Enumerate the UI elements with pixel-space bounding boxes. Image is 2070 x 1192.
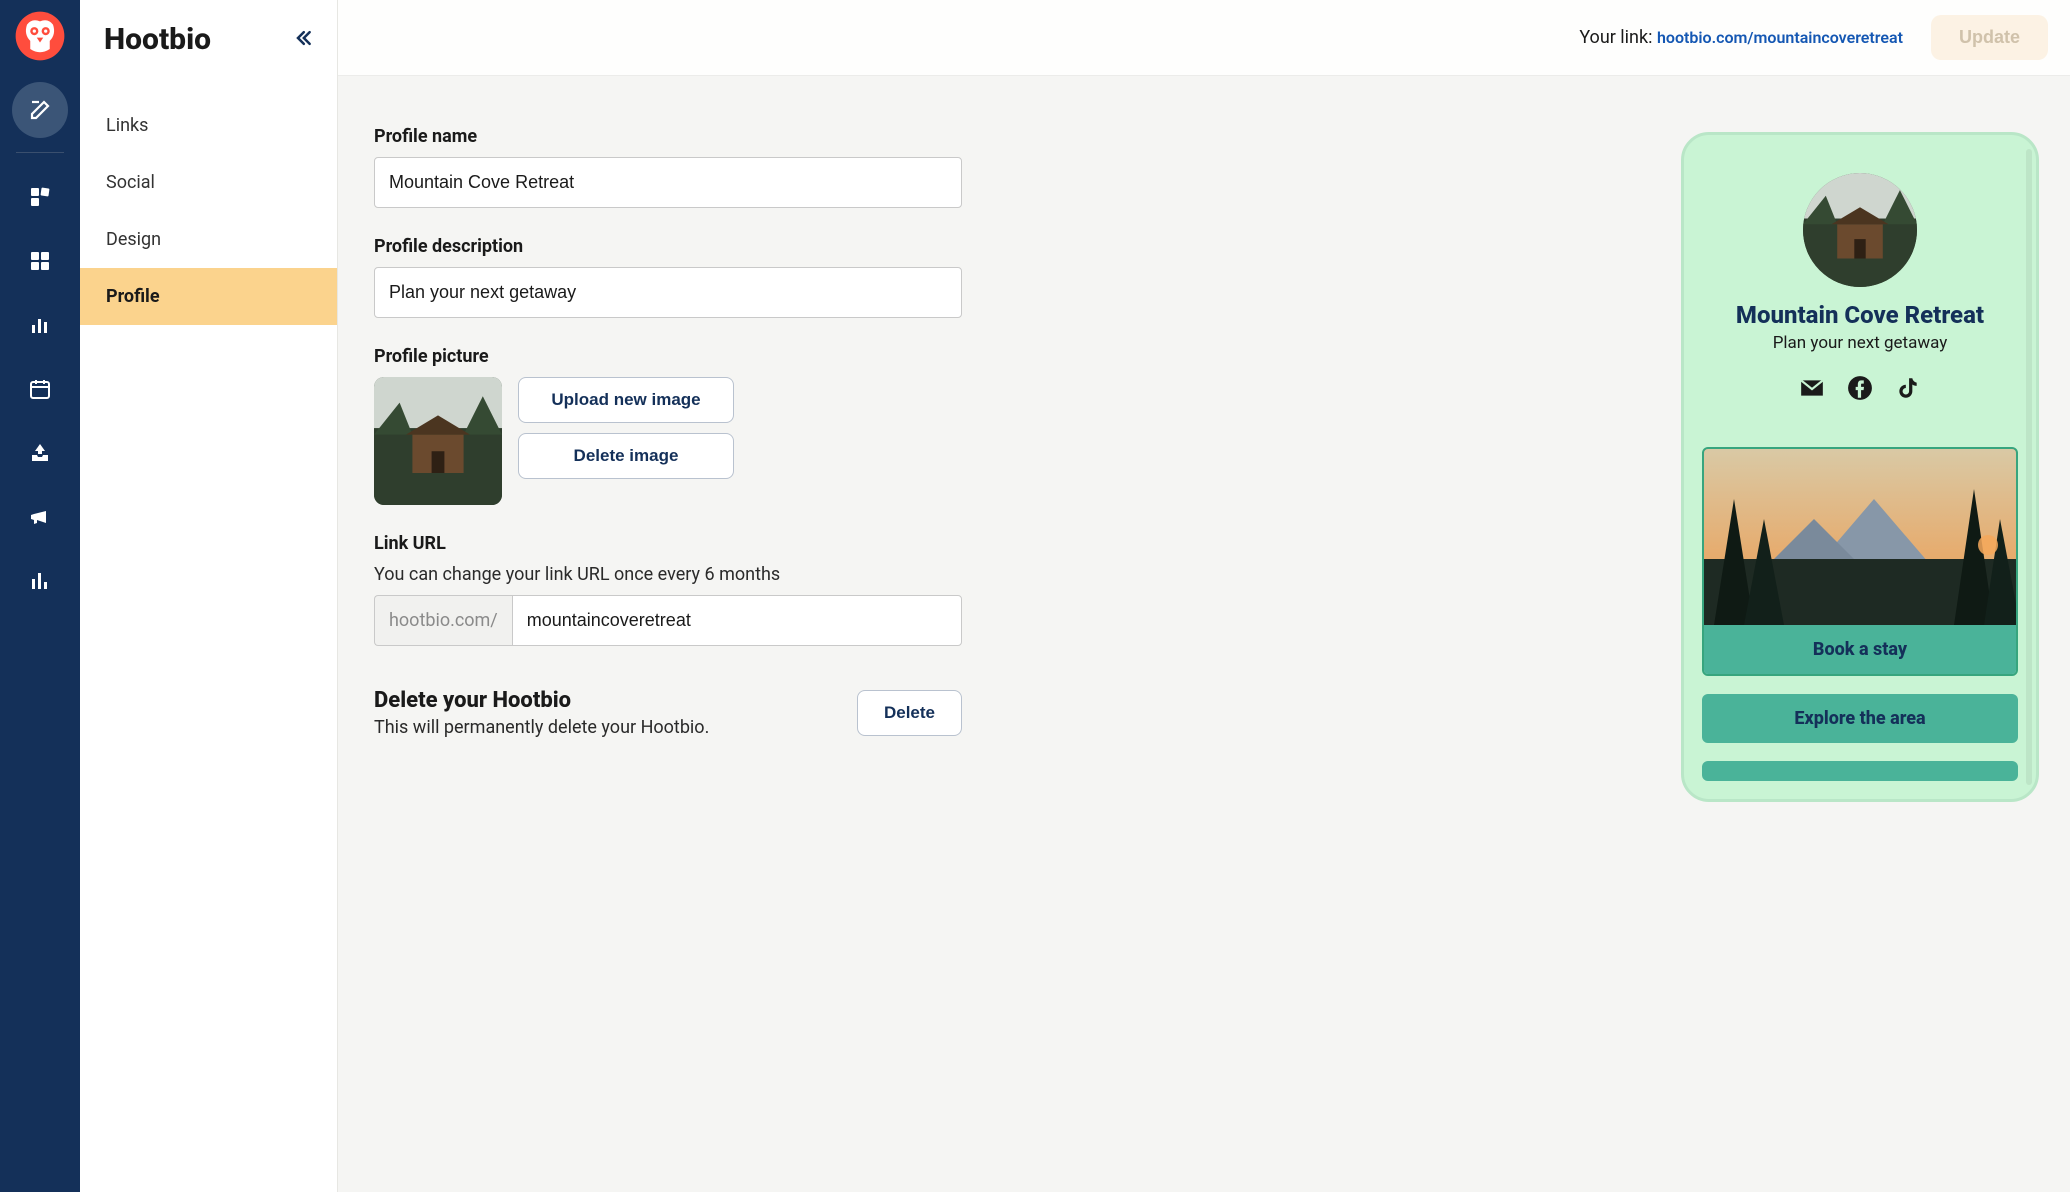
your-link-label: Your link: <box>1579 27 1657 48</box>
preview-profile-description: Plan your next getaway <box>1773 333 1948 353</box>
link-url-subtext: You can change your link URL once every … <box>374 564 1614 585</box>
delete-hootbio-subtext: This will permanently delete your Hootbi… <box>374 717 709 738</box>
main: Your link: hootbio.com/mountaincoveretre… <box>338 0 2070 1192</box>
preview-link-partial[interactable] <box>1702 761 2018 781</box>
topbar: Your link: hootbio.com/mountaincoveretre… <box>338 0 2070 76</box>
profile-name-label: Profile name <box>374 126 1614 147</box>
profile-picture-label: Profile picture <box>374 346 1614 367</box>
collapse-sidebar-icon[interactable] <box>293 28 313 52</box>
rail-compose-icon[interactable] <box>12 82 68 138</box>
upload-image-button[interactable]: Upload new image <box>518 377 734 423</box>
preview-pane: Mountain Cove Retreat Plan your next get… <box>1650 76 2070 1192</box>
rail-analytics-icon[interactable] <box>12 297 68 353</box>
preview-link-explore[interactable]: Explore the area <box>1702 694 2018 743</box>
tiktok-icon[interactable] <box>1895 375 1921 405</box>
delete-hootbio-title: Delete your Hootbio <box>374 688 709 713</box>
your-link-text: Your link: hootbio.com/mountaincoveretre… <box>1579 27 1903 48</box>
rail-divider <box>16 152 64 153</box>
sidebar-item-links[interactable]: Links <box>80 97 337 154</box>
preview-avatar <box>1803 173 1917 287</box>
icon-rail <box>0 0 80 1192</box>
phone-preview: Mountain Cove Retreat Plan your next get… <box>1681 132 2039 802</box>
facebook-icon[interactable] <box>1847 375 1873 405</box>
rail-inbox-icon[interactable] <box>12 425 68 481</box>
hootsuite-logo[interactable] <box>12 8 68 64</box>
delete-hootbio-button[interactable]: Delete <box>857 690 962 736</box>
sidebar: Hootbio Links Social Design Profile <box>80 0 338 1192</box>
link-url-label: Link URL <box>374 533 1614 554</box>
rail-insights-icon[interactable] <box>12 553 68 609</box>
your-link-url[interactable]: hootbio.com/mountaincoveretreat <box>1657 28 1903 47</box>
update-button[interactable]: Update <box>1931 15 2048 60</box>
rail-dashboard-icon[interactable] <box>12 233 68 289</box>
preview-card-image <box>1704 449 2016 625</box>
profile-name-input[interactable] <box>374 157 962 208</box>
app-title: Hootbio <box>104 22 211 57</box>
sidebar-item-social[interactable]: Social <box>80 154 337 211</box>
profile-description-input[interactable] <box>374 267 962 318</box>
rail-calendar-icon[interactable] <box>12 361 68 417</box>
rail-megaphone-icon[interactable] <box>12 489 68 545</box>
form-area: Profile name Profile description Profile… <box>338 76 1650 1192</box>
sidebar-item-design[interactable]: Design <box>80 211 337 268</box>
rail-streams-icon[interactable] <box>12 169 68 225</box>
preview-card-book[interactable]: Book a stay <box>1702 447 2018 676</box>
profile-description-label: Profile description <box>374 236 1614 257</box>
email-icon[interactable] <box>1799 375 1825 405</box>
profile-picture-thumbnail[interactable] <box>374 377 502 505</box>
sidebar-item-profile[interactable]: Profile <box>80 268 337 325</box>
preview-card-label: Book a stay <box>1704 625 2016 674</box>
preview-profile-name: Mountain Cove Retreat <box>1736 301 1984 329</box>
link-url-prefix: hootbio.com/ <box>374 595 512 646</box>
delete-image-button[interactable]: Delete image <box>518 433 734 479</box>
link-url-input[interactable] <box>512 595 962 646</box>
